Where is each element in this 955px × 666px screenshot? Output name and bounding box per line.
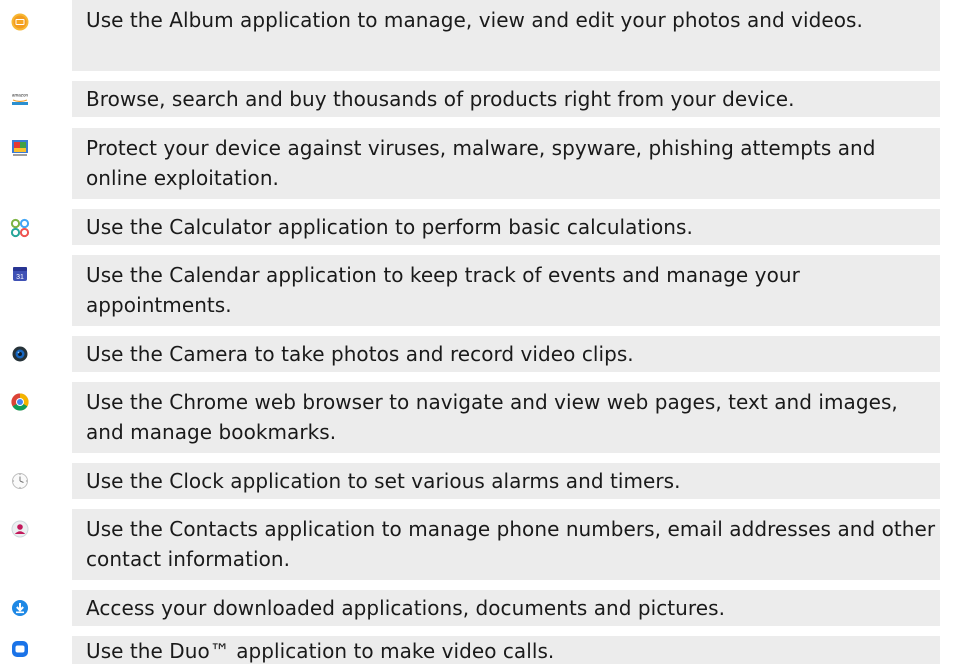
amazon-icon: amazon xyxy=(10,89,30,109)
downloads-icon xyxy=(10,598,30,618)
app-description: Protect your device against viruses, mal… xyxy=(72,128,940,199)
calendar-icon: 31 xyxy=(10,264,30,284)
app-description: Use the Chrome web browser to navigate a… xyxy=(72,382,940,453)
duo-icon xyxy=(10,639,30,659)
amazon-icon-text: amazon xyxy=(12,93,29,98)
app-description: Use the Calendar application to keep tra… xyxy=(72,255,940,326)
album-icon xyxy=(10,12,30,32)
calendar-day-text: 31 xyxy=(16,274,24,281)
app-description: Browse, search and buy thousands of prod… xyxy=(72,81,940,117)
app-description: Use the Clock application to set various… xyxy=(72,463,940,499)
contacts-icon xyxy=(10,519,30,539)
clock-icon xyxy=(10,471,30,491)
app-description: Use the Calculator application to perfor… xyxy=(72,209,940,245)
calculator-icon xyxy=(10,218,30,238)
app-description: Access your downloaded applications, doc… xyxy=(72,590,940,626)
antivirus-icon xyxy=(10,138,30,158)
app-list: Use the Album application to manage, vie… xyxy=(0,0,955,664)
app-description: Use the Camera to take photos and record… xyxy=(72,336,940,372)
camera-icon xyxy=(10,344,30,364)
app-description: Use the Album application to manage, vie… xyxy=(72,0,940,71)
app-description: Use the Duo™ application to make video c… xyxy=(72,636,940,664)
app-description: Use the Contacts application to manage p… xyxy=(72,509,940,580)
chrome-icon xyxy=(10,392,30,412)
